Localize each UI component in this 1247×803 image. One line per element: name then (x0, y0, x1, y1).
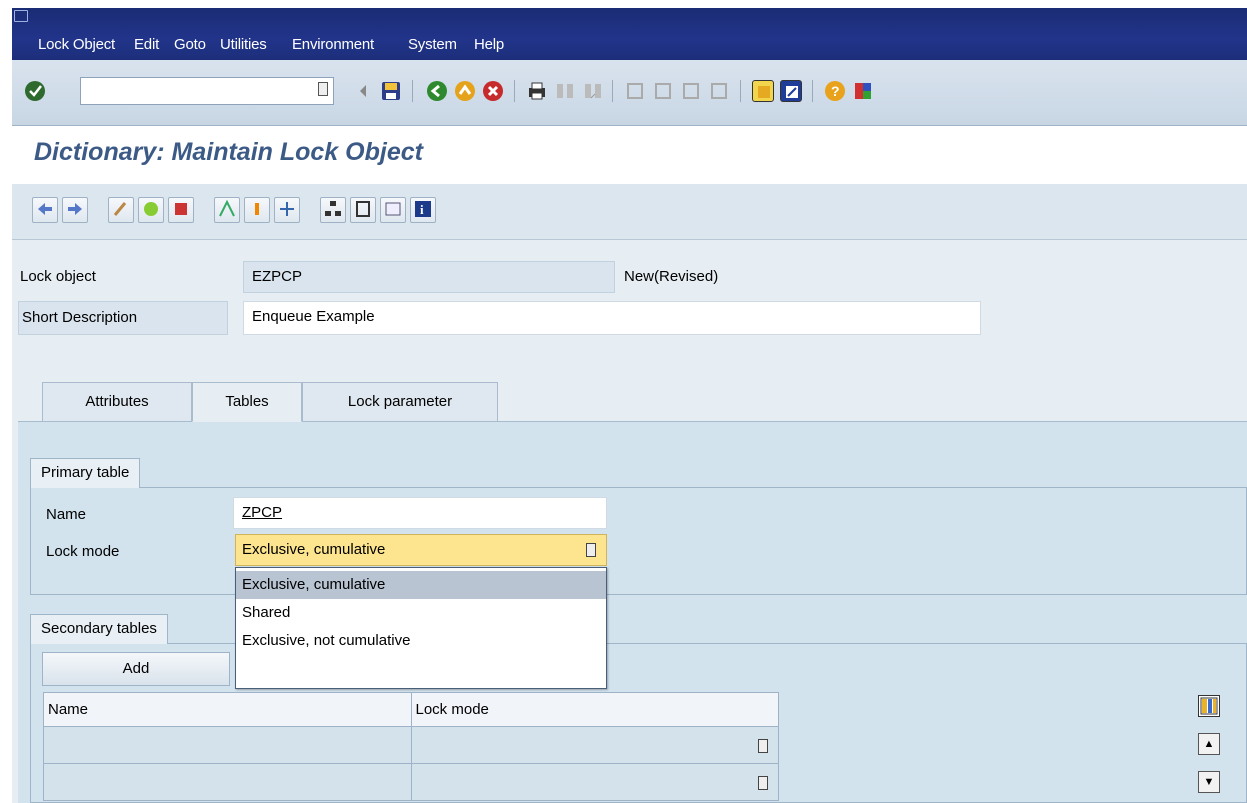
primary-lock-mode-label: Lock mode (46, 543, 120, 560)
enter-icon[interactable] (24, 80, 46, 102)
standard-toolbar: ? (12, 60, 1247, 126)
back-icon[interactable] (426, 80, 448, 102)
last-page-icon[interactable] (708, 80, 730, 102)
create-session-icon[interactable] (752, 80, 774, 102)
documentation-icon[interactable] (350, 197, 376, 223)
help-icon[interactable]: ? (824, 80, 846, 102)
menu-bar: Lock Object Edit Goto Utilities Environm… (12, 8, 1247, 60)
print-icon[interactable] (526, 80, 548, 102)
menu-help[interactable]: Help (474, 36, 504, 53)
table-row (43, 763, 779, 801)
tab-attributes[interactable]: Attributes (42, 382, 192, 422)
svg-text:i: i (420, 202, 424, 217)
page-title: Dictionary: Maintain Lock Object (34, 138, 423, 166)
row-lock-mode-cell[interactable] (410, 763, 779, 801)
forward-arrow-icon[interactable] (62, 197, 88, 223)
menu-lock-object[interactable]: Lock Object (38, 36, 115, 53)
find-next-icon[interactable] (582, 80, 604, 102)
row-name-cell[interactable] (43, 726, 412, 764)
status-text: New(Revised) (624, 268, 719, 285)
dropdown-option[interactable]: Shared (236, 599, 606, 627)
info-icon[interactable]: i (410, 197, 436, 223)
menu-environment[interactable]: Environment (292, 36, 374, 53)
scroll-up-icon[interactable]: ▲ (1198, 733, 1220, 755)
prev-page-icon[interactable] (652, 80, 674, 102)
layout-icon[interactable] (852, 80, 874, 102)
hierarchy-icon[interactable] (320, 197, 346, 223)
short-description-field[interactable]: Enqueue Example (243, 301, 981, 335)
lock-object-field: EZPCP (243, 261, 615, 293)
command-field[interactable] (80, 77, 334, 105)
tab-lock-parameter[interactable]: Lock parameter (302, 382, 498, 422)
primary-table-title: Primary table (30, 458, 141, 488)
dropdown-icon[interactable] (758, 776, 768, 790)
where-used-icon[interactable] (214, 197, 240, 223)
primary-table-group (30, 487, 1247, 595)
check-icon[interactable] (138, 197, 164, 223)
cancel-icon[interactable] (482, 80, 504, 102)
primary-name-field[interactable]: ZPCP (233, 497, 607, 529)
row-lock-mode-cell[interactable] (410, 726, 779, 764)
display-object-icon[interactable] (380, 197, 406, 223)
menu-system[interactable]: System (408, 36, 457, 53)
tab-tables[interactable]: Tables (192, 382, 302, 422)
column-settings-icon[interactable] (1198, 695, 1220, 717)
lock-mode-dropdown[interactable]: Exclusive, cumulative (235, 534, 607, 566)
collapse-icon[interactable] (352, 80, 374, 102)
command-input[interactable] (81, 78, 281, 102)
system-menu-icon[interactable] (14, 10, 28, 22)
secondary-tables-grid: Name Lock mode (43, 692, 779, 801)
short-description-label: Short Description (22, 309, 138, 326)
activate-icon[interactable] (168, 197, 194, 223)
command-history-icon[interactable] (318, 82, 328, 96)
first-page-icon[interactable] (624, 80, 646, 102)
exit-icon[interactable] (454, 80, 476, 102)
add-button[interactable]: Add (42, 652, 230, 686)
column-header-lock-mode[interactable]: Lock mode (410, 692, 779, 727)
lock-object-label: Lock object (20, 268, 96, 285)
scroll-down-icon[interactable]: ▼ (1198, 771, 1220, 793)
back-arrow-icon[interactable] (32, 197, 58, 223)
column-header-name[interactable]: Name (43, 692, 412, 727)
menu-utilities[interactable]: Utilities (220, 36, 267, 53)
title-area: Dictionary: Maintain Lock Object (12, 126, 1247, 184)
menu-goto[interactable]: Goto (174, 36, 206, 53)
save-icon[interactable] (380, 80, 402, 102)
row-name-cell[interactable] (43, 763, 412, 801)
dropdown-icon[interactable] (758, 739, 768, 753)
dropdown-icon[interactable] (586, 543, 596, 557)
svg-text:?: ? (831, 83, 840, 99)
application-toolbar: i (12, 184, 1247, 240)
lock-mode-dropdown-list: Exclusive, cumulative Shared Exclusive, … (235, 567, 607, 689)
navigation-icon[interactable] (274, 197, 300, 223)
menu-edit[interactable]: Edit (134, 36, 159, 53)
dropdown-option[interactable]: Exclusive, not cumulative (236, 627, 606, 655)
table-row (43, 726, 779, 764)
object-list-icon[interactable] (244, 197, 270, 223)
find-icon[interactable] (554, 80, 576, 102)
secondary-tables-title: Secondary tables (30, 614, 168, 644)
shortcut-icon[interactable] (780, 80, 802, 102)
display-change-icon[interactable] (108, 197, 134, 223)
primary-name-label: Name (46, 506, 87, 523)
lock-mode-value: Exclusive, cumulative (242, 541, 386, 558)
next-page-icon[interactable] (680, 80, 702, 102)
dropdown-option[interactable]: Exclusive, cumulative (236, 571, 606, 599)
